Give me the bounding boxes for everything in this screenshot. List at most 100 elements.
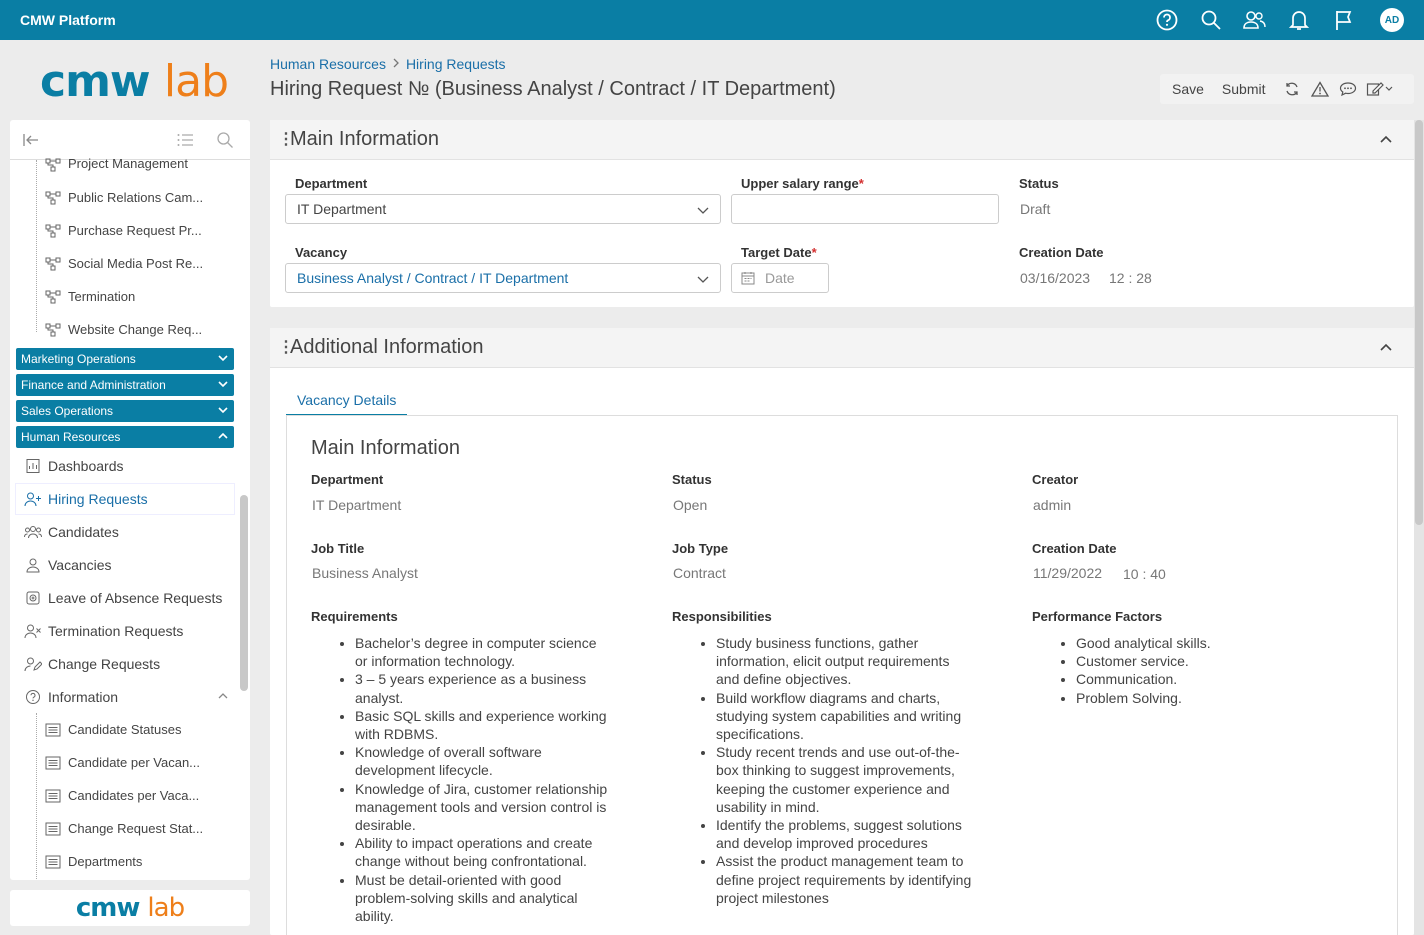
group-label: Human Resources xyxy=(21,430,121,444)
vd-job-title-value: Business Analyst xyxy=(312,565,418,581)
creation-date-label: Creation Date xyxy=(1019,245,1104,260)
dashboard-icon xyxy=(24,457,42,475)
chevron-down-icon xyxy=(216,351,230,368)
page-title: Hiring Request № (Business Analyst / Con… xyxy=(270,78,836,100)
list-item: Knowledge of Jira, customer relationship… xyxy=(355,780,611,835)
process-icon xyxy=(44,189,62,207)
sidebar-item-vacancies[interactable]: Vacancies xyxy=(10,548,250,581)
sidebar-item-hiring-requests[interactable]: Hiring Requests xyxy=(10,482,250,515)
sidebar-group-human-resources[interactable]: Human Resources xyxy=(16,426,234,448)
list-item: Study business functions, gather informa… xyxy=(716,634,972,689)
chevron-up-icon[interactable] xyxy=(216,689,230,706)
sidebar-item-label: Termination Requests xyxy=(48,622,184,639)
sidebar-item-social-media[interactable]: Social Media Post Re... xyxy=(10,247,250,280)
sidebar-item-leave-of-absence[interactable]: Leave of Absence Requests xyxy=(10,581,250,614)
target-date-label: Target Date* xyxy=(741,245,817,260)
search-icon[interactable] xyxy=(1199,8,1223,32)
process-icon xyxy=(44,156,62,174)
warning-icon[interactable] xyxy=(1306,74,1334,104)
breadcrumb: Human Resources Hiring Requests xyxy=(270,56,506,72)
bell-icon[interactable] xyxy=(1287,8,1311,32)
sidebar-scrollbar[interactable] xyxy=(240,495,248,691)
sidebar-item-label: Public Relations Cam... xyxy=(68,190,204,205)
breadcrumb-human-resources[interactable]: Human Resources xyxy=(270,56,386,72)
group-label: Sales Operations xyxy=(21,404,114,418)
vd-status-label: Status xyxy=(672,472,712,487)
breadcrumb-hiring-requests[interactable]: Hiring Requests xyxy=(406,56,506,72)
logo-part-lab: lab xyxy=(147,893,185,923)
creation-time-value: 12 : 28 xyxy=(1109,270,1152,286)
list-item: 3 – 5 years experience as a business ana… xyxy=(355,670,611,706)
sidebar: Project Management Public Relations Cam.… xyxy=(10,120,250,880)
app-title[interactable]: CMW Platform xyxy=(20,12,116,28)
sidebar-item-change-requests[interactable]: Change Requests xyxy=(10,647,250,680)
flag-icon[interactable] xyxy=(1332,8,1356,32)
vacancy-label: Vacancy xyxy=(295,245,348,260)
tab-vacancy-details[interactable]: Vacancy Details xyxy=(286,386,408,416)
chevron-down-icon xyxy=(696,203,710,220)
sidebar-item-termination[interactable]: Termination xyxy=(10,280,250,313)
sidebar-group-marketing[interactable]: Marketing Operations xyxy=(16,348,234,370)
submit-button[interactable]: Submit xyxy=(1222,81,1274,97)
target-date-placeholder: Date xyxy=(765,270,795,286)
department-value: IT Department xyxy=(297,201,387,217)
sidebar-item-candidates[interactable]: Candidates xyxy=(10,515,250,548)
group-label: Marketing Operations xyxy=(21,352,136,366)
vd-job-title-label: Job Title xyxy=(311,541,365,556)
performance-factors-list: Good analytical skills. Customer service… xyxy=(1032,634,1332,707)
sidebar-group-finance[interactable]: Finance and Administration xyxy=(16,374,234,396)
list-item: Build workflow diagrams and charts, stud… xyxy=(716,689,972,744)
sidebar-item-termination-requests[interactable]: Termination Requests xyxy=(10,614,250,647)
sidebar-item-label: Social Media Post Re... xyxy=(68,256,204,271)
upper-salary-label-text: Upper salary range xyxy=(741,176,859,191)
user-avatar[interactable]: AD xyxy=(1380,8,1404,32)
vd-creator-value: admin xyxy=(1033,497,1072,513)
upper-salary-label: Upper salary range* xyxy=(741,176,864,191)
help-icon[interactable] xyxy=(1155,8,1179,32)
department-select[interactable]: IT Department xyxy=(285,194,721,224)
sidebar-item-candidate-statuses[interactable]: Candidate Statuses xyxy=(10,713,250,746)
calendar-icon[interactable] xyxy=(741,271,755,285)
sidebar-item-departments[interactable]: Departments xyxy=(10,845,250,878)
cmw-lab-logo[interactable]: cmw lab xyxy=(40,58,229,106)
sidebar-item-public-relations[interactable]: Public Relations Cam... xyxy=(10,181,250,214)
sidebar-item-candidate-per-vacancy[interactable]: Candidate per Vacan... xyxy=(10,746,250,779)
sidebar-item-change-request-statuses[interactable]: Change Request Stat... xyxy=(10,812,250,845)
responsibilities-list: Study business functions, gather informa… xyxy=(672,634,972,935)
page-scrollbar-thumb[interactable] xyxy=(1415,120,1423,525)
users-icon[interactable] xyxy=(1242,8,1266,32)
refresh-icon[interactable] xyxy=(1278,74,1306,104)
group-icon xyxy=(24,523,42,541)
page-scrollbar-track[interactable] xyxy=(1414,120,1424,935)
sidebar-item-website-change[interactable]: Website Change Req... xyxy=(10,313,250,346)
add-user-icon xyxy=(24,490,42,508)
list-view-icon[interactable] xyxy=(176,131,194,149)
target-date-input[interactable]: Date xyxy=(731,263,829,293)
vacancy-value[interactable]: Business Analyst / Contract / IT Departm… xyxy=(297,270,568,286)
top-bar: CMW Platform AD xyxy=(0,0,1424,40)
chevron-up-icon[interactable] xyxy=(1378,340,1394,361)
vacancy-select[interactable]: Business Analyst / Contract / IT Departm… xyxy=(285,263,721,293)
person-icon xyxy=(24,556,42,574)
comment-icon[interactable] xyxy=(1334,74,1362,104)
list-item: Must be detail-oriented with good proble… xyxy=(355,871,611,926)
sidebar-item-information[interactable]: Information xyxy=(10,680,250,713)
sidebar-item-dashboards[interactable]: Dashboards xyxy=(10,449,250,482)
collapse-sidebar-icon[interactable] xyxy=(22,131,40,149)
sidebar-search-icon[interactable] xyxy=(216,131,234,149)
panel-title: Main Information xyxy=(290,128,439,150)
sidebar-group-sales[interactable]: Sales Operations xyxy=(16,400,234,422)
upper-salary-input[interactable] xyxy=(731,194,999,224)
remove-user-icon xyxy=(24,622,42,640)
sidebar-item-candidates-per-vacancy[interactable]: Candidates per Vaca... xyxy=(10,779,250,812)
sidebar-item-label: Hiring Requests xyxy=(48,490,148,507)
sidebar-item-purchase-request[interactable]: Purchase Request Pr... xyxy=(10,214,250,247)
save-button[interactable]: Save xyxy=(1172,81,1212,97)
chevron-up-icon[interactable] xyxy=(1378,132,1394,153)
edit-menu-icon[interactable] xyxy=(1362,74,1398,104)
user-edit-icon xyxy=(24,655,42,673)
vd-creation-date-label: Creation Date xyxy=(1032,541,1117,556)
sidebar-item-label: Termination xyxy=(68,289,136,304)
chevron-down-icon xyxy=(696,272,710,289)
sidebar-item-project-management[interactable]: Project Management xyxy=(10,148,250,181)
